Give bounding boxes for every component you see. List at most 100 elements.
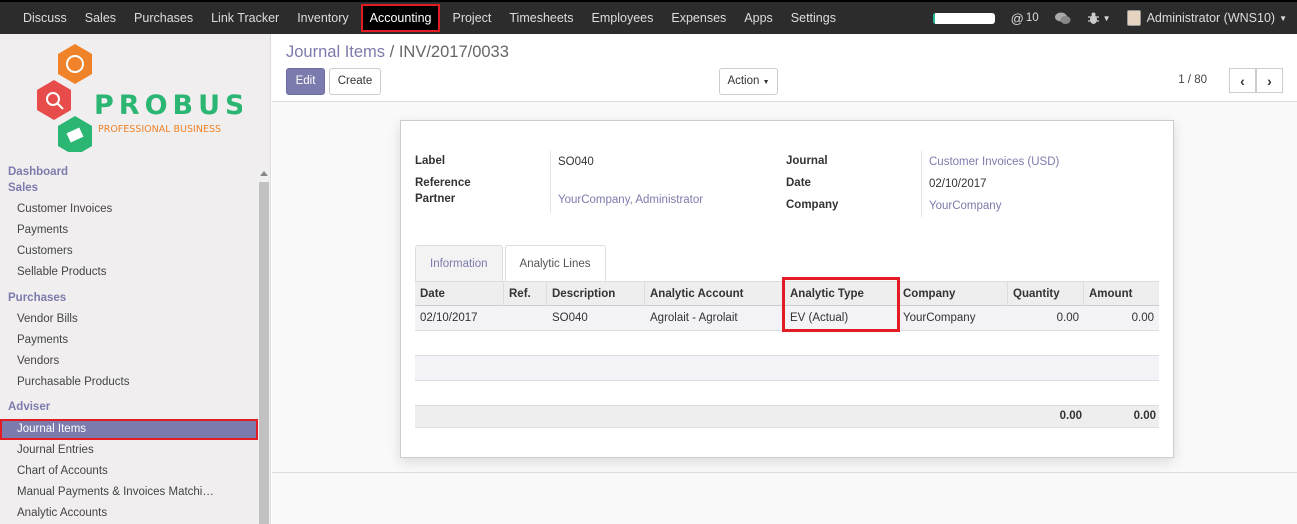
- pager-value[interactable]: 1 / 80: [1178, 74, 1207, 86]
- tab-analytic-lines[interactable]: Analytic Lines: [504, 245, 606, 281]
- form-view: Label Reference Partner SO040 YourCompan…: [272, 103, 1297, 473]
- action-caret-down-icon: ▼: [762, 79, 770, 86]
- tab-information[interactable]: Information: [415, 245, 503, 281]
- cell-analytic-account: Agrolait - Agrolait: [650, 312, 738, 324]
- sidebar-item-journal-entries[interactable]: Journal Entries: [0, 440, 258, 461]
- menu-expenses[interactable]: Expenses: [662, 2, 735, 34]
- menu-apps[interactable]: Apps: [735, 2, 782, 34]
- menu-link-tracker[interactable]: Link Tracker: [202, 2, 288, 34]
- sidebar-item-sellable-products[interactable]: Sellable Products: [0, 262, 258, 283]
- label-field-value: SO040: [558, 156, 594, 168]
- sidebar-item-vendor-bills[interactable]: Vendor Bills: [0, 309, 258, 330]
- mentions-count: 10: [1025, 12, 1039, 24]
- cell-ref: [504, 306, 547, 330]
- date-field-value: 02/10/2017: [929, 178, 987, 190]
- analytic-type-highlight: [782, 277, 900, 332]
- menu-project[interactable]: Project: [443, 2, 500, 34]
- form-sheet: Label Reference Partner SO040 YourCompan…: [400, 120, 1174, 458]
- sidebar-item-customers[interactable]: Customers: [0, 241, 258, 262]
- svg-text:PROFESSIONAL BUSINESS: PROFESSIONAL BUSINESS: [98, 124, 221, 135]
- user-name: Administrator (WNS10): [1146, 11, 1276, 25]
- sidebar-section-sales: Sales: [8, 182, 39, 194]
- sidebar-item-journal-items[interactable]: Journal Items: [0, 419, 258, 440]
- company-link[interactable]: YourCompany: [929, 200, 1001, 212]
- partner-link[interactable]: YourCompany, Administrator: [558, 194, 703, 206]
- journal-link[interactable]: Customer Invoices (USD): [929, 156, 1059, 168]
- empty-row: [415, 331, 1159, 356]
- menu-inventory[interactable]: Inventory: [288, 2, 357, 34]
- sidebar-item-vendors[interactable]: Vendors: [0, 351, 258, 372]
- sidebar-item-chart-of-accounts[interactable]: Chart of Accounts: [0, 461, 258, 482]
- activity-progress-bar[interactable]: [932, 12, 995, 24]
- breadcrumb-separator: /: [389, 43, 395, 61]
- sidebar-item-payments[interactable]: Payments: [0, 220, 258, 241]
- top-navbar: Discuss Sales Purchases Link Tracker Inv…: [0, 0, 1297, 34]
- sidebar: PROBUSE PROFESSIONAL BUSINESS Dashboard …: [0, 34, 271, 524]
- chat-bubbles-icon[interactable]: [1054, 12, 1071, 25]
- app-menu: Discuss Sales Purchases Link Tracker Inv…: [14, 2, 845, 34]
- column-company[interactable]: Company: [898, 282, 1008, 306]
- sidebar-section-dashboard[interactable]: Dashboard: [8, 166, 68, 178]
- sidebar-item-customer-invoices[interactable]: Customer Invoices: [0, 199, 258, 220]
- field-divider-right: [921, 151, 922, 217]
- pager-previous-button[interactable]: ‹: [1229, 68, 1256, 93]
- scrollbar-thumb[interactable]: [259, 182, 269, 524]
- sidebar-item-vendor-payments[interactable]: Payments: [0, 330, 258, 351]
- empty-row: [415, 381, 1159, 406]
- action-label: Action: [727, 75, 760, 87]
- mentions-button[interactable]: @ 10: [1011, 11, 1039, 26]
- cell-description: SO040: [552, 312, 588, 324]
- control-panel: Journal Items / INV/2017/0033 Edit Creat…: [272, 34, 1297, 102]
- sidebar-scrollbar[interactable]: [258, 168, 270, 524]
- breadcrumb-current: INV/2017/0033: [398, 43, 509, 61]
- column-amount[interactable]: Amount: [1084, 282, 1159, 306]
- column-analytic-account[interactable]: Analytic Account: [645, 282, 785, 306]
- breadcrumb-parent[interactable]: Journal Items: [286, 43, 385, 61]
- menu-discuss[interactable]: Discuss: [14, 2, 76, 34]
- column-quantity[interactable]: Quantity: [1008, 282, 1084, 306]
- systray: @ 10 ▼ Administrator (WNS10) ▼: [932, 2, 1287, 34]
- sidebar-item-analytic-accounts[interactable]: Analytic Accounts: [0, 503, 258, 524]
- cell-amount: 0.00: [1131, 312, 1154, 324]
- edit-button[interactable]: Edit: [286, 68, 325, 95]
- avatar: [1126, 10, 1141, 26]
- menu-settings[interactable]: Settings: [782, 2, 845, 34]
- sidebar-item-purchasable-products[interactable]: Purchasable Products: [0, 372, 258, 393]
- total-quantity: 0.00: [1059, 410, 1082, 422]
- create-button[interactable]: Create: [329, 68, 381, 95]
- field-divider: [550, 151, 551, 213]
- company-field-label: Company: [786, 199, 839, 211]
- notebook-tabs: Information Analytic Lines: [415, 245, 608, 281]
- sidebar-section-adviser: Adviser: [8, 401, 51, 413]
- table-footer-totals: 0.00 0.00: [415, 406, 1159, 428]
- journal-field-label: Journal: [786, 155, 828, 167]
- reference-field-label: Reference: [415, 177, 471, 189]
- cell-quantity: 0.00: [1056, 312, 1079, 324]
- debug-menu-button[interactable]: ▼: [1087, 12, 1111, 25]
- menu-sales[interactable]: Sales: [76, 2, 125, 34]
- sidebar-item-manual-payments-matching[interactable]: Manual Payments & Invoices Matchi…: [0, 482, 258, 503]
- caret-down-icon: ▼: [1102, 13, 1111, 23]
- analytic-lines-table: Date Ref. Description Analytic Account A…: [415, 277, 1159, 428]
- at-icon: @: [1010, 10, 1024, 26]
- column-ref[interactable]: Ref.: [504, 282, 547, 306]
- menu-employees[interactable]: Employees: [583, 2, 663, 34]
- main-content: Journal Items / INV/2017/0033 Edit Creat…: [272, 34, 1297, 524]
- pager-next-button[interactable]: ›: [1256, 68, 1283, 93]
- scroll-up-arrow-icon[interactable]: [260, 171, 268, 176]
- chevron-right-icon: ›: [1267, 72, 1272, 89]
- label-field-label: Label: [415, 155, 446, 167]
- menu-purchases[interactable]: Purchases: [125, 2, 202, 34]
- total-amount: 0.00: [1133, 410, 1156, 422]
- action-dropdown[interactable]: Action ▼: [719, 68, 778, 95]
- column-description[interactable]: Description: [547, 282, 645, 306]
- menu-timesheets[interactable]: Timesheets: [500, 2, 582, 34]
- partner-field-label: Partner: [415, 193, 456, 205]
- column-date[interactable]: Date: [415, 282, 504, 306]
- svg-text:PROBUSE: PROBUSE: [94, 90, 242, 121]
- user-menu[interactable]: Administrator (WNS10) ▼: [1126, 10, 1287, 26]
- cell-company: YourCompany: [903, 312, 976, 324]
- company-logo: PROBUSE PROFESSIONAL BUSINESS: [32, 42, 268, 156]
- breadcrumb: Journal Items / INV/2017/0033: [286, 43, 509, 62]
- menu-accounting[interactable]: Accounting: [360, 4, 441, 32]
